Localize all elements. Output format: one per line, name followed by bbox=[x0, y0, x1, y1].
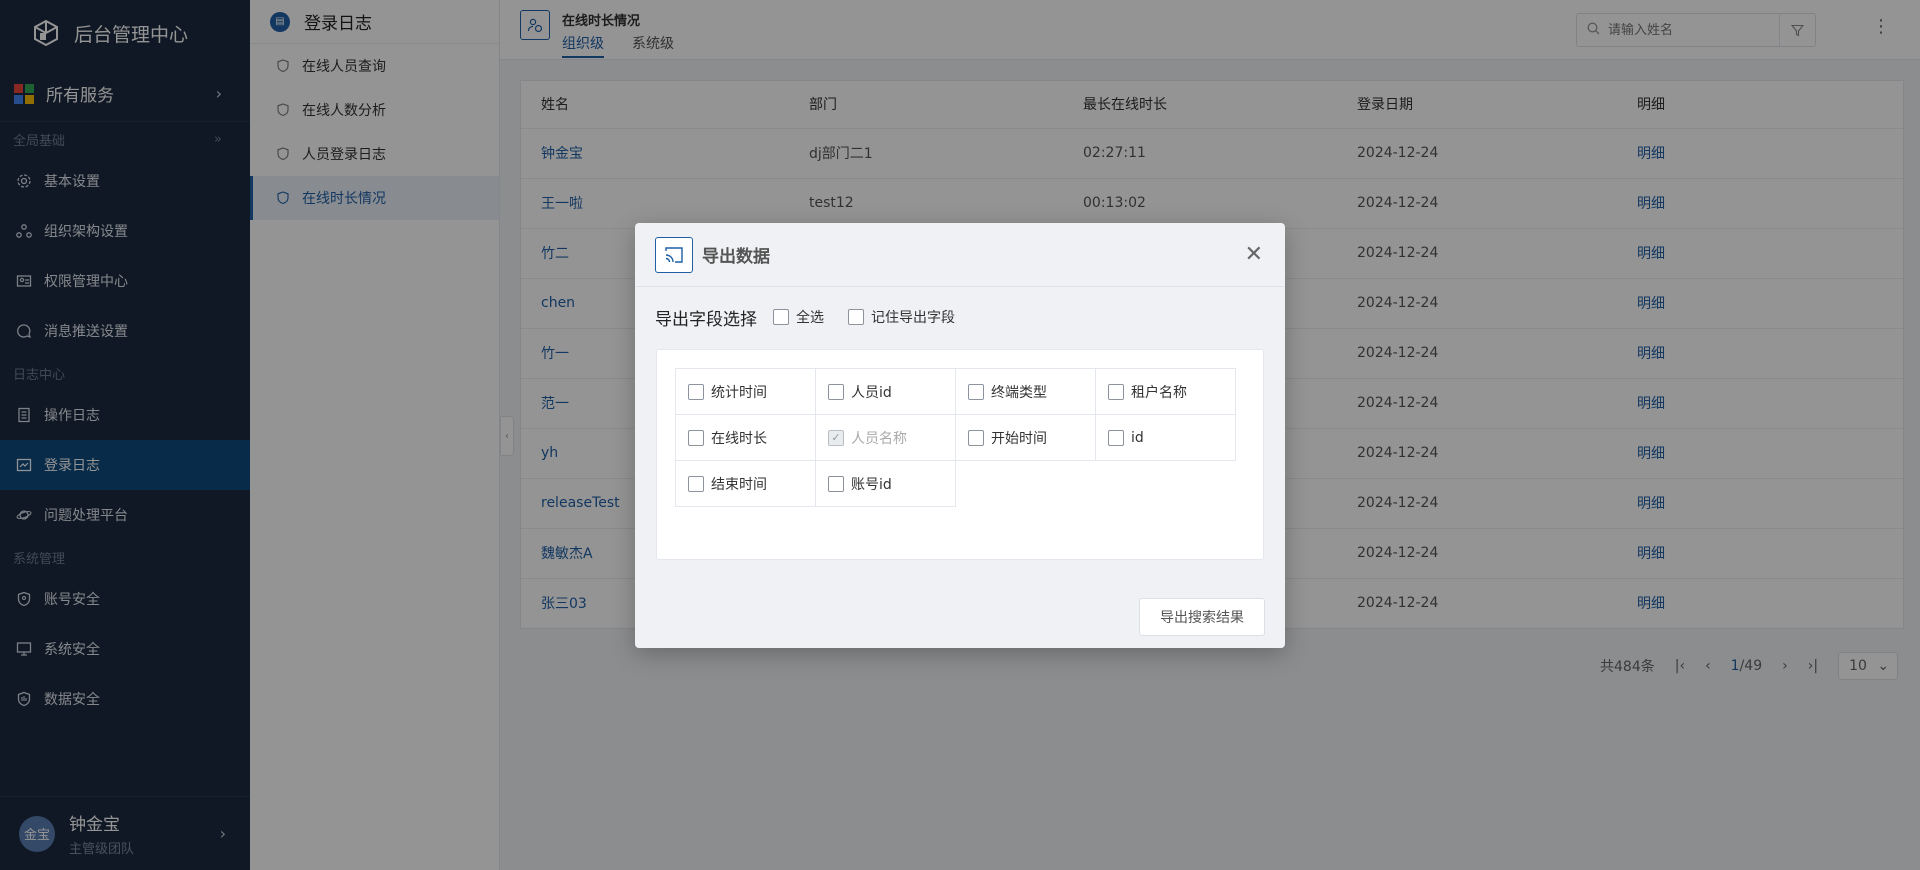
checkbox-box bbox=[688, 429, 704, 446]
field-label: 开始时间 bbox=[991, 430, 1047, 447]
field-label: 统计时间 bbox=[711, 384, 767, 401]
field-select-row: 导出字段选择 全选 记住导出字段 bbox=[635, 305, 1285, 330]
checkbox-box: ✓ bbox=[828, 429, 844, 446]
field-checkbox[interactable]: 租户名称 bbox=[1095, 368, 1236, 415]
select-all-label: 全选 bbox=[796, 310, 824, 326]
checkbox-box bbox=[968, 383, 984, 400]
field-label: 租户名称 bbox=[1131, 384, 1187, 401]
checkbox-box bbox=[848, 309, 864, 325]
close-icon[interactable]: ✕ bbox=[1245, 243, 1263, 266]
export-cast-icon bbox=[655, 236, 693, 273]
checkbox-box bbox=[828, 383, 844, 400]
select-all-checkbox[interactable]: 全选 bbox=[773, 307, 824, 327]
field-label: 账号id bbox=[851, 476, 892, 493]
checkbox-box bbox=[688, 475, 704, 492]
checkbox-box bbox=[1108, 429, 1124, 446]
remember-fields-checkbox[interactable]: 记住导出字段 bbox=[848, 307, 955, 327]
dialog-header: 导出数据 ✕ bbox=[635, 223, 1285, 287]
field-label: 终端类型 bbox=[991, 384, 1047, 401]
field-checkbox[interactable]: 终端类型 bbox=[955, 368, 1096, 415]
field-checkbox[interactable]: id bbox=[1095, 414, 1236, 461]
field-checkbox[interactable]: 账号id bbox=[815, 460, 956, 507]
checkbox-box bbox=[773, 309, 789, 325]
field-checkbox[interactable]: 开始时间 bbox=[955, 414, 1096, 461]
field-label: id bbox=[1131, 429, 1144, 446]
field-label: 人员名称 bbox=[851, 430, 907, 447]
fields-card: 统计时间 人员id 终端类型 租户名称在线时长 ✓ 人员名称 开始时间 id 结束时间 账号id bbox=[656, 349, 1264, 560]
export-search-results-button[interactable]: 导出搜索结果 bbox=[1139, 598, 1265, 636]
field-select-label: 导出字段选择 bbox=[655, 309, 757, 330]
remember-fields-label: 记住导出字段 bbox=[871, 310, 955, 326]
field-label: 在线时长 bbox=[711, 430, 767, 447]
checkbox-box bbox=[1108, 383, 1124, 400]
checkbox-box bbox=[828, 475, 844, 492]
export-dialog: 导出数据 ✕ 导出字段选择 全选 记住导出字段 统计时间 人员id 终端类型 租户名称… bbox=[635, 223, 1285, 648]
field-label: 人员id bbox=[851, 384, 892, 401]
dialog-title: 导出数据 bbox=[702, 247, 770, 267]
field-checkbox[interactable]: 在线时长 bbox=[675, 414, 816, 461]
field-checkbox: ✓ 人员名称 bbox=[815, 414, 956, 461]
field-checkbox[interactable]: 人员id bbox=[815, 368, 956, 415]
field-checkbox[interactable]: 结束时间 bbox=[675, 460, 816, 507]
field-grid: 统计时间 人员id 终端类型 租户名称在线时长 ✓ 人员名称 开始时间 id 结束时间 账号id bbox=[675, 368, 1236, 507]
checkbox-box bbox=[968, 429, 984, 446]
field-label: 结束时间 bbox=[711, 476, 767, 493]
checkbox-box bbox=[688, 383, 704, 400]
field-checkbox[interactable]: 统计时间 bbox=[675, 368, 816, 415]
dialog-footer: 导出搜索结果 bbox=[1139, 598, 1265, 636]
